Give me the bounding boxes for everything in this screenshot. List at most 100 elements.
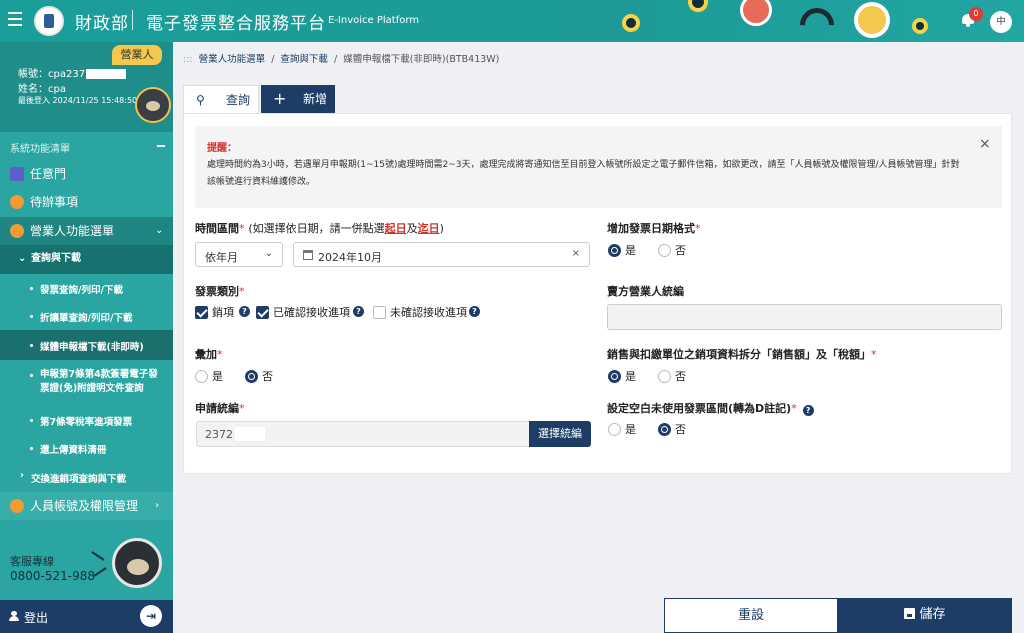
sidebar-item-label: 交換進銷項查詢與下載 <box>31 474 127 485</box>
seller-id-input[interactable] <box>607 304 1002 330</box>
notice-box: 提醒： 處理時間約為3小時，若遇單月申報期(1~15號)處理時間需2~3天，處理… <box>195 126 1002 208</box>
sidebar-item-exchange-query[interactable]: › 交換進銷項查詢與下載 <box>0 464 173 490</box>
chevron-down-icon: ⌄ <box>18 253 27 264</box>
choose-id-button[interactable]: 選擇統編 <box>529 421 591 447</box>
required-mark: * <box>239 285 245 298</box>
tab-add[interactable]: + 新增 <box>261 85 335 113</box>
tab-query[interactable]: ⚲ 查詢 <box>183 85 259 113</box>
calendar-icon <box>303 250 313 260</box>
blank-no-label: 否 <box>675 423 686 436</box>
ministry-logo <box>34 6 64 36</box>
collapse-icon[interactable] <box>157 145 165 147</box>
decoration-circle-icon <box>912 18 928 34</box>
sidebar: 營業人 帳號：cpa237 姓名：cpa 最後登入 2024/11/25 15:… <box>0 42 173 633</box>
breadcrumb-parent[interactable]: 查詢與下載 <box>280 54 328 65</box>
system-function-title: 系統功能清單 <box>10 144 70 155</box>
logout-button[interactable]: 登出 ⇥ <box>0 600 173 633</box>
end-date-link: 迄日 <box>417 222 440 235</box>
reset-button[interactable]: 重設 <box>664 598 838 633</box>
breadcrumb-root[interactable]: 營業人功能選單 <box>199 54 266 65</box>
chevron-right-icon: › <box>155 500 159 511</box>
sidebar-item-article7-query[interactable]: 申報第7條第4款簽署電子發 票證(免)附證明文件查詢 <box>0 360 173 402</box>
unconfirmed-checkbox[interactable] <box>373 306 386 319</box>
hint-text: ) <box>439 222 444 235</box>
split-no-radio[interactable] <box>658 370 671 383</box>
decoration-coin-icon <box>854 2 890 38</box>
sidebar-item-label: 人員帳號及權限管理 <box>30 499 139 513</box>
chevron-down-icon: ⌄ <box>264 248 273 259</box>
confirmed-checkbox[interactable] <box>256 306 269 319</box>
logout-label: 登出 <box>24 611 49 625</box>
sidebar-item-query-download[interactable]: ⌄ 查詢與下載 <box>0 245 173 274</box>
bullet-icon <box>30 374 33 377</box>
period-date-value: 2024年10月 <box>318 251 382 264</box>
aggregate-no-label: 否 <box>262 370 273 383</box>
save-button[interactable]: 儲存 <box>838 598 1012 633</box>
applicant-input: 2372 <box>196 421 530 447</box>
period-date-input[interactable]: 2024年10月 × <box>293 242 590 267</box>
decoration-circle-icon <box>688 0 708 12</box>
blank-label: 設定空白未使用發票區間(轉為D註記) <box>607 402 792 415</box>
blank-label-row: 設定空白未使用發票區間(轉為D註記)* ? <box>607 400 814 416</box>
breadcrumb: ::: 營業人功能選單 / 查詢與下載 / 媒體申報檔下載(非即時)(BTB41… <box>183 51 502 65</box>
user-info-panel: 營業人 帳號：cpa237 姓名：cpa 最後登入 2024/11/25 15:… <box>0 42 173 132</box>
sidebar-item-label: 申報第7條第4款簽署電子發 票證(免)附證明文件查詢 <box>40 368 158 396</box>
notification-count-badge: 0 <box>969 7 983 21</box>
sidebar-item-todo[interactable]: 待辦事項 <box>0 188 173 216</box>
hint-text: 及 <box>406 222 418 235</box>
bullet-icon <box>30 315 33 318</box>
clear-icon[interactable]: × <box>572 248 580 259</box>
customer-service: 客服專線 0800-521-988 <box>10 555 95 583</box>
applicant-value: 2372 <box>205 428 233 441</box>
sidebar-item-account-management[interactable]: 人員帳號及權限管理 › <box>0 492 173 520</box>
help-icon[interactable]: ? <box>802 405 814 416</box>
category-label-row: 發票類別* <box>195 283 245 299</box>
bullet-icon <box>30 419 33 422</box>
help-icon[interactable]: ? <box>353 306 364 317</box>
mascot-avatar <box>135 87 171 123</box>
header-divider <box>132 10 133 30</box>
tab-add-label: 新增 <box>303 92 328 106</box>
sidebar-item-label: 營業人功能選單 <box>30 224 115 238</box>
hamburger-menu-icon[interactable] <box>8 12 22 26</box>
required-mark: * <box>239 402 245 415</box>
blank-no-radio[interactable] <box>658 423 671 436</box>
notice-title: 提醒： <box>207 143 237 154</box>
breadcrumb-sep: / <box>271 54 275 65</box>
period-mode-select[interactable]: 依年月 ⌄ <box>195 242 283 267</box>
aggregate-no-radio[interactable] <box>245 370 258 383</box>
sidebar-item-any-door[interactable]: 任意門 <box>0 160 173 188</box>
sales-checkbox[interactable] <box>195 306 208 319</box>
sidebar-item-allowance-query[interactable]: 折讓單查詢/列印/下載 <box>0 302 173 330</box>
add-date-no-radio[interactable] <box>658 244 671 257</box>
top-header: 財政部 電子發票整合服務平台 E-Invoice Platform 0 中 <box>0 0 1024 42</box>
platform-title: 電子發票整合服務平台 <box>146 14 326 34</box>
label-line-2: 票證(免)附證明文件查詢 <box>40 383 144 394</box>
period-label-row: 時間區間* (如選擇依日期，請一併點選起日及迄日) <box>195 220 444 236</box>
sidebar-item-label: 發票查詢/列印/下載 <box>40 285 123 296</box>
sidebar-item-media-download[interactable]: 媒體申報檔下載(非即時) <box>0 330 173 360</box>
language-switch-button[interactable]: 中 <box>990 11 1012 33</box>
help-icon[interactable]: ? <box>239 306 250 317</box>
split-yes-radio[interactable] <box>608 370 621 383</box>
support-label: 客服專線 <box>10 555 54 568</box>
close-icon[interactable]: × <box>979 136 991 152</box>
sidebar-item-upload-list[interactable]: 還上傳資料清冊 <box>0 434 173 462</box>
unconfirmed-label: 未確認接收進項 <box>390 306 467 319</box>
period-label: 時間區間 <box>195 222 239 235</box>
blank-yes-radio[interactable] <box>608 423 621 436</box>
ministry-name: 財政部 <box>75 14 129 34</box>
save-icon <box>904 608 916 619</box>
sidebar-item-business-menu[interactable]: 營業人功能選單 ⌄ <box>0 217 173 245</box>
help-icon[interactable]: ? <box>469 306 480 317</box>
sales-label: 銷項 <box>212 306 234 319</box>
aggregate-yes-radio[interactable] <box>195 370 208 383</box>
aggregate-yes-label: 是 <box>212 370 223 383</box>
add-date-yes-radio[interactable] <box>608 244 621 257</box>
sidebar-item-invoice-query[interactable]: 發票查詢/列印/下載 <box>0 274 173 302</box>
user-role-badge: 營業人 <box>112 45 162 65</box>
exit-icon[interactable]: ⇥ <box>140 605 162 627</box>
sidebar-item-zero-tax[interactable]: 第7條零稅率進項發票 <box>0 406 173 434</box>
sidebar-item-label: 媒體申報檔下載(非即時) <box>40 342 144 353</box>
form-card: 提醒： 處理時間約為3小時，若遇單月申報期(1~15號)處理時間需2~3天，處理… <box>183 113 1012 474</box>
